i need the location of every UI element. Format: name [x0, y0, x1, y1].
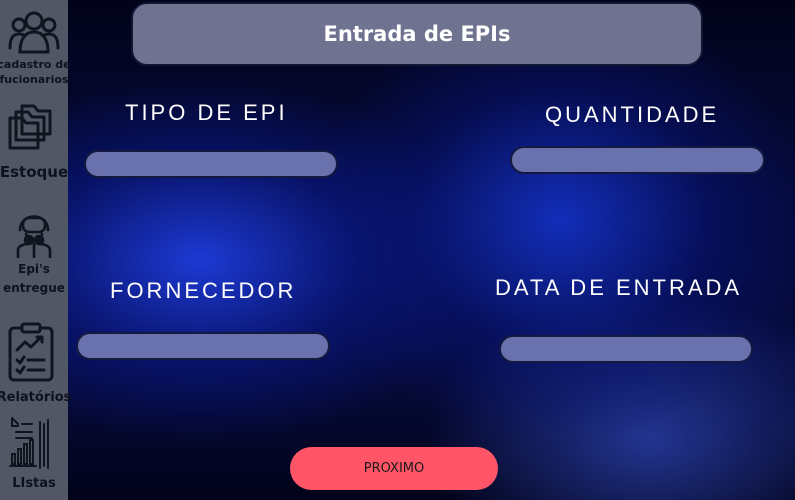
- sidebar-item-label: cadastro de: [0, 58, 71, 71]
- quantidade-label: QUANTIDADE: [545, 102, 720, 127]
- sidebar-item-label: Relatórios: [0, 390, 72, 405]
- tipo-epi-label: TIPO DE EPI: [125, 100, 288, 125]
- sidebar-item-cadastro[interactable]: cadastro de fucionarios: [0, 0, 71, 92]
- clipboard-chart-icon: [8, 322, 54, 382]
- data-entrada-input[interactable]: [499, 335, 753, 363]
- page-title: Entrada de EPIs: [323, 22, 511, 46]
- sidebar-item-label: Epi's: [18, 262, 50, 276]
- sidebar-item-label: Estoque: [0, 163, 69, 181]
- sidebar-item-estoque[interactable]: Estoque: [0, 100, 68, 185]
- tipo-epi-input[interactable]: [84, 150, 338, 178]
- folders-icon: [8, 102, 54, 150]
- sidebar-item-label: fucionarios: [0, 73, 69, 86]
- sidebar: cadastro de fucionarios Estoque Epi's en…: [0, 0, 72, 500]
- quantidade-input[interactable]: [510, 146, 765, 174]
- fornecedor-label: FORNECEDOR: [110, 278, 297, 303]
- sidebar-item-listas[interactable]: LIstas: [0, 414, 68, 500]
- fornecedor-input[interactable]: [76, 332, 330, 360]
- sidebar-item-relatorios[interactable]: Relatórios: [0, 318, 72, 408]
- background: [0, 0, 795, 500]
- proximo-button[interactable]: PROXIMO: [290, 447, 498, 490]
- page-title-bar: Entrada de EPIs: [131, 2, 703, 66]
- sidebar-item-epis-entregue[interactable]: Epi's entregue: [0, 200, 68, 300]
- sidebar-item-label: LIstas: [12, 476, 56, 491]
- report-chart-icon: [8, 416, 52, 470]
- users-icon: [8, 8, 60, 54]
- sidebar-item-label: entregue: [3, 281, 65, 295]
- hazmat-worker-icon: [14, 204, 54, 258]
- data-entrada-label: DATA DE ENTRADA: [495, 275, 743, 300]
